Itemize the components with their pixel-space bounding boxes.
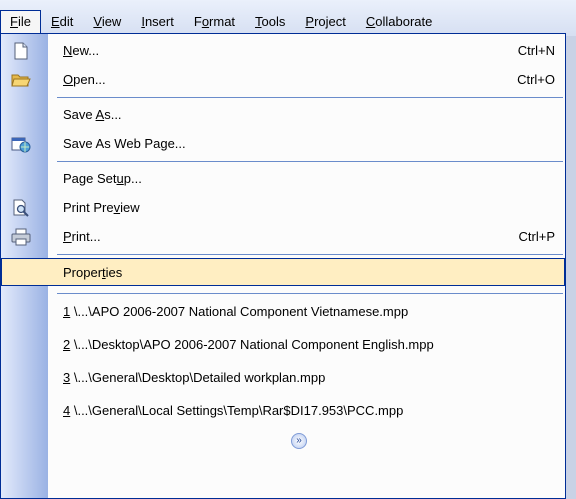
menu-item-save-as-web-page[interactable]: Save As Web Page... <box>1 129 565 158</box>
menu-project[interactable]: Project <box>295 10 355 34</box>
menu-bar: File Edit View Insert Format Tools Proje… <box>0 0 576 36</box>
recent-file-label: 2 \...\Desktop\APO 2006-2007 National Co… <box>63 337 434 352</box>
menu-item-print[interactable]: Print... Ctrl+P <box>1 222 565 251</box>
menu-label: ools <box>261 14 286 29</box>
menu-insert[interactable]: Insert <box>131 10 184 34</box>
menu-label: iew <box>101 14 122 29</box>
menu-item-label: Open... <box>63 72 106 87</box>
print-preview-icon <box>11 198 31 218</box>
menu-label: nsert <box>144 14 174 29</box>
web-page-icon <box>11 134 31 154</box>
menu-accel: o <box>201 14 210 29</box>
shortcut-label: Ctrl+N <box>517 43 555 58</box>
open-folder-icon <box>11 70 31 90</box>
menu-item-page-setup[interactable]: Page Setup... <box>1 164 565 193</box>
file-menu-dropdown: New... Ctrl+N Open... Ctrl+O Save As... … <box>0 33 566 499</box>
menu-accel: E <box>50 14 60 29</box>
shortcut-label: Ctrl+P <box>518 229 555 244</box>
recent-file-label: 1 \...\APO 2006-2007 National Component … <box>63 304 409 319</box>
menu-collaborate[interactable]: Collaborate <box>356 10 443 34</box>
menu-accel: P <box>305 14 315 29</box>
menu-edit[interactable]: Edit <box>41 10 83 34</box>
menu-separator <box>57 254 563 255</box>
menu-accel: C <box>365 14 376 29</box>
menu-item-properties[interactable]: Properties <box>1 258 565 286</box>
menu-separator <box>57 97 563 98</box>
recent-file-label: 3 \...\General\Desktop\Detailed workplan… <box>63 370 326 385</box>
menu-item-label: Save As Web Page... <box>63 136 186 151</box>
menu-label: rmat <box>209 14 236 29</box>
menu-item-new[interactable]: New... Ctrl+N <box>1 36 565 65</box>
menu-label: roject <box>314 14 346 29</box>
menu-item-label: New... <box>63 43 100 58</box>
menu-item-open[interactable]: Open... Ctrl+O <box>1 65 565 94</box>
printer-icon <box>11 227 31 247</box>
menu-view[interactable]: View <box>83 10 131 34</box>
new-document-icon <box>11 41 31 61</box>
menu-tools[interactable]: Tools <box>245 10 295 34</box>
recent-file-label: 4 \...\General\Local Settings\Temp\Rar$D… <box>63 403 404 418</box>
expand-menu-chevron-icon[interactable]: » <box>291 433 307 449</box>
menu-label: dit <box>59 14 74 29</box>
menu-item-label: Save As... <box>63 107 122 122</box>
menu-label: ile <box>17 14 31 29</box>
menu-label: ollaborate <box>375 14 433 29</box>
menu-label: F <box>193 14 202 29</box>
menu-separator <box>57 293 563 294</box>
menu-item-label: Print Preview <box>63 200 140 215</box>
menu-item-label: Properties <box>63 265 123 280</box>
recent-file-4[interactable]: 4 \...\General\Local Settings\Temp\Rar$D… <box>1 396 565 425</box>
menu-file[interactable]: File <box>0 10 41 34</box>
menu-item-label: Page Setup... <box>63 171 142 186</box>
menu-item-print-preview[interactable]: Print Preview <box>1 193 565 222</box>
recent-file-2[interactable]: 2 \...\Desktop\APO 2006-2007 National Co… <box>1 330 565 359</box>
menu-separator <box>57 161 563 162</box>
recent-file-1[interactable]: 1 \...\APO 2006-2007 National Component … <box>1 297 565 326</box>
menu-accel: V <box>93 14 102 29</box>
shortcut-label: Ctrl+O <box>517 72 555 87</box>
menu-item-save-as[interactable]: Save As... <box>1 100 565 129</box>
menu-format[interactable]: Format <box>184 10 245 34</box>
menu-item-label: Print... <box>63 229 101 244</box>
recent-file-3[interactable]: 3 \...\General\Desktop\Detailed workplan… <box>1 363 565 392</box>
menu-items: File Edit View Insert Format Tools Proje… <box>0 10 442 34</box>
menu-accel: F <box>10 14 18 29</box>
